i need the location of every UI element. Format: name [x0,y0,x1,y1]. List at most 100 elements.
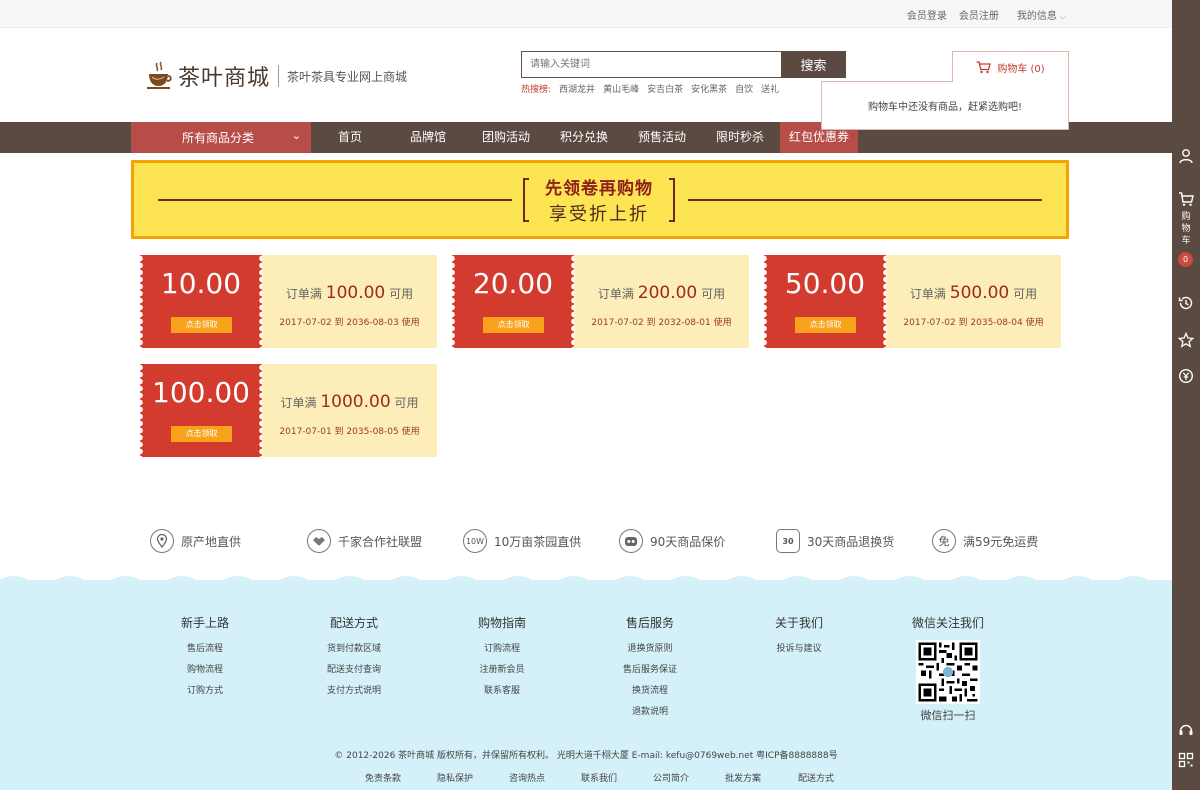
claim-coupon-button[interactable]: 点击领取 [171,317,232,333]
top-links: 会员登录 会员注册 我的信息 ⌵ [895,7,1066,22]
hot-word-link[interactable]: 西湖龙井 [559,82,595,95]
coupon-date: 2017-07-02 到 2032-08-01 使用 [591,318,732,328]
bottom-link[interactable]: 隐私保护 [437,771,473,784]
wechat-title: 微信关注我们 [911,616,984,630]
coupon-left: 50.00 点击领取 [761,255,889,348]
logo-name: 茶叶商城 [178,66,271,91]
my-info-link[interactable]: 我的信息 ⌵ [1017,7,1066,22]
footer-col-wechat: 微信关注我们 [898,614,998,639]
register-link[interactable]: 会员注册 [959,7,999,22]
footer-link[interactable]: 联系客服 [452,681,552,702]
coupon-amount: 100.00 [152,376,250,409]
coupon-card: 20.00 点击领取 订单满 200.00 可用 2017-07-02 到 20… [449,255,749,348]
my-info-label: 我的信息 [1016,11,1057,22]
footer-link[interactable]: 换货流程 [600,681,700,702]
claim-coupon-button[interactable]: 点击领取 [171,426,232,442]
footer-link[interactable]: 售后服务保证 [600,660,700,681]
cart-count-badge: 0 [1178,252,1193,267]
hot-word-link[interactable]: 送礼 [761,82,779,95]
footer-link[interactable]: 支付方式说明 [304,681,404,702]
footer-col-about: 关于我们 投诉与建议 [749,614,849,660]
service-alliance: 千家合作社联盟 [307,528,422,554]
footer-link[interactable]: 货到付款区域 [304,639,404,660]
nav-item-home[interactable]: 首页 [320,122,380,153]
coupon-amount: 50.00 [784,267,866,300]
bottom-link[interactable]: 咨询热点 [509,771,545,784]
footer-col-guide: 购物指南 订购流程 注册新会员 联系客服 [452,614,552,702]
star-icon[interactable] [1178,332,1194,348]
footer-link[interactable]: 购物流程 [155,660,255,681]
coupon-card: 50.00 点击领取 订单满 500.00 可用 2017-07-02 到 20… [761,255,1061,348]
banner-text: 先领卷再购物 享受折上折 [523,172,675,226]
footer-link[interactable]: 配送支付查询 [304,660,404,681]
nav-item-presale[interactable]: 预售活动 [632,122,692,153]
bottom-link[interactable]: 联系我们 [581,771,617,784]
coupon-left: 100.00 点击领取 [137,364,265,457]
cart-label: 购物车 (0) [997,63,1045,75]
coupon-card: 100.00 点击领取 订单满 1000.00 可用 2017-07-01 到 … [137,364,437,457]
nav-item-points[interactable]: 积分兑换 [554,122,614,153]
coupon-date: 2017-07-02 到 2035-08-04 使用 [903,318,1044,328]
sidebar-cart-label[interactable]: 购物车 [1172,211,1200,247]
hot-word-link[interactable]: 安吉白茶 [647,82,683,95]
free-shipping-icon: 免 [932,529,956,553]
user-icon[interactable] [1178,148,1194,164]
hot-word-link[interactable]: 黄山毛峰 [603,82,639,95]
calendar-30-icon: 30 [776,529,800,553]
history-icon[interactable] [1178,295,1194,311]
customer-service-icon[interactable] [1178,722,1194,738]
coupon-cond-prefix: 订单满 [909,287,946,301]
search-bar: 搜索 [521,51,846,78]
tea-cup-icon [146,61,174,91]
coupon-cond-value: 200.00 [637,283,698,303]
site-logo[interactable]: 茶叶商城 茶叶茶具专业网上商城 [146,60,407,92]
footer-link[interactable]: 售后流程 [155,639,255,660]
qr-code-icon[interactable] [1178,752,1194,768]
coupon-yen-icon[interactable] [1178,368,1194,384]
banner-line-right [688,199,1042,201]
search-input[interactable] [521,51,781,78]
coupon-card: 10.00 点击领取 订单满 100.00 可用 2017-07-02 到 20… [137,255,437,348]
footer-link[interactable]: 投诉与建议 [749,639,849,660]
coupon-cond-prefix: 订单满 [280,396,317,410]
bottom-link[interactable]: 批发方案 [725,771,761,784]
service-label: 90天商品保价 [650,534,726,549]
bottom-link[interactable]: 免责条款 [365,771,401,784]
coupon-cond-value: 1000.00 [320,392,391,412]
footer-link[interactable]: 订购方式 [155,681,255,702]
bottom-link[interactable]: 公司简介 [653,771,689,784]
all-categories-dropdown[interactable]: 所有商品分类 ⌄ [131,122,311,153]
service-free-shipping: 免 满59元免运费 [932,528,1038,554]
hot-word-link[interactable]: 安化黑茶 [691,82,727,95]
claim-coupon-button[interactable]: 点击领取 [795,317,856,333]
bracket-left [523,178,529,222]
banner-line-left [158,199,512,201]
bottom-link[interactable]: 配送方式 [798,771,834,784]
coupon-amount: 10.00 [160,267,242,300]
claim-coupon-button[interactable]: 点击领取 [483,317,544,333]
footer-link[interactable]: 注册新会员 [452,660,552,681]
right-sidebar: 购物车 0 [1172,0,1200,790]
footer-col-title: 配送方式 [329,616,378,630]
hot-word-link[interactable]: 自饮 [735,82,753,95]
cart-icon[interactable] [1178,191,1194,207]
footer-link[interactable]: 订购流程 [452,639,552,660]
search-button[interactable]: 搜索 [781,51,846,78]
coupon-condition: 订单满 1000.00 可用 [262,392,437,412]
service-label: 满59元免运费 [963,534,1039,549]
coupon-cond-suffix: 可用 [394,396,419,410]
coupon-cond-prefix: 订单满 [597,287,634,301]
footer-link[interactable]: 退款说明 [600,702,700,723]
nav-item-brands[interactable]: 品牌馆 [398,122,458,153]
promo-banner: 先领卷再购物 享受折上折 [131,160,1069,239]
login-link[interactable]: 会员登录 [907,7,947,22]
footer-col-delivery: 配送方式 货到付款区域 配送支付查询 支付方式说明 [304,614,404,702]
coupon-condition: 订单满 200.00 可用 [574,283,749,303]
footer-link[interactable]: 退换货原则 [600,639,700,660]
nav-item-flash-sale[interactable]: 限时秒杀 [710,122,770,153]
footer-col-aftersale: 售后服务 退换货原则 售后服务保证 换货流程 退款说明 [600,614,700,723]
cart-button[interactable]: 购物车 (0) [952,51,1069,82]
footer-col-newbie: 新手上路 售后流程 购物流程 订购方式 [155,614,255,702]
nav-item-group-buy[interactable]: 团购活动 [476,122,536,153]
logo-slogan: 茶叶茶具专业网上商城 [287,69,408,84]
